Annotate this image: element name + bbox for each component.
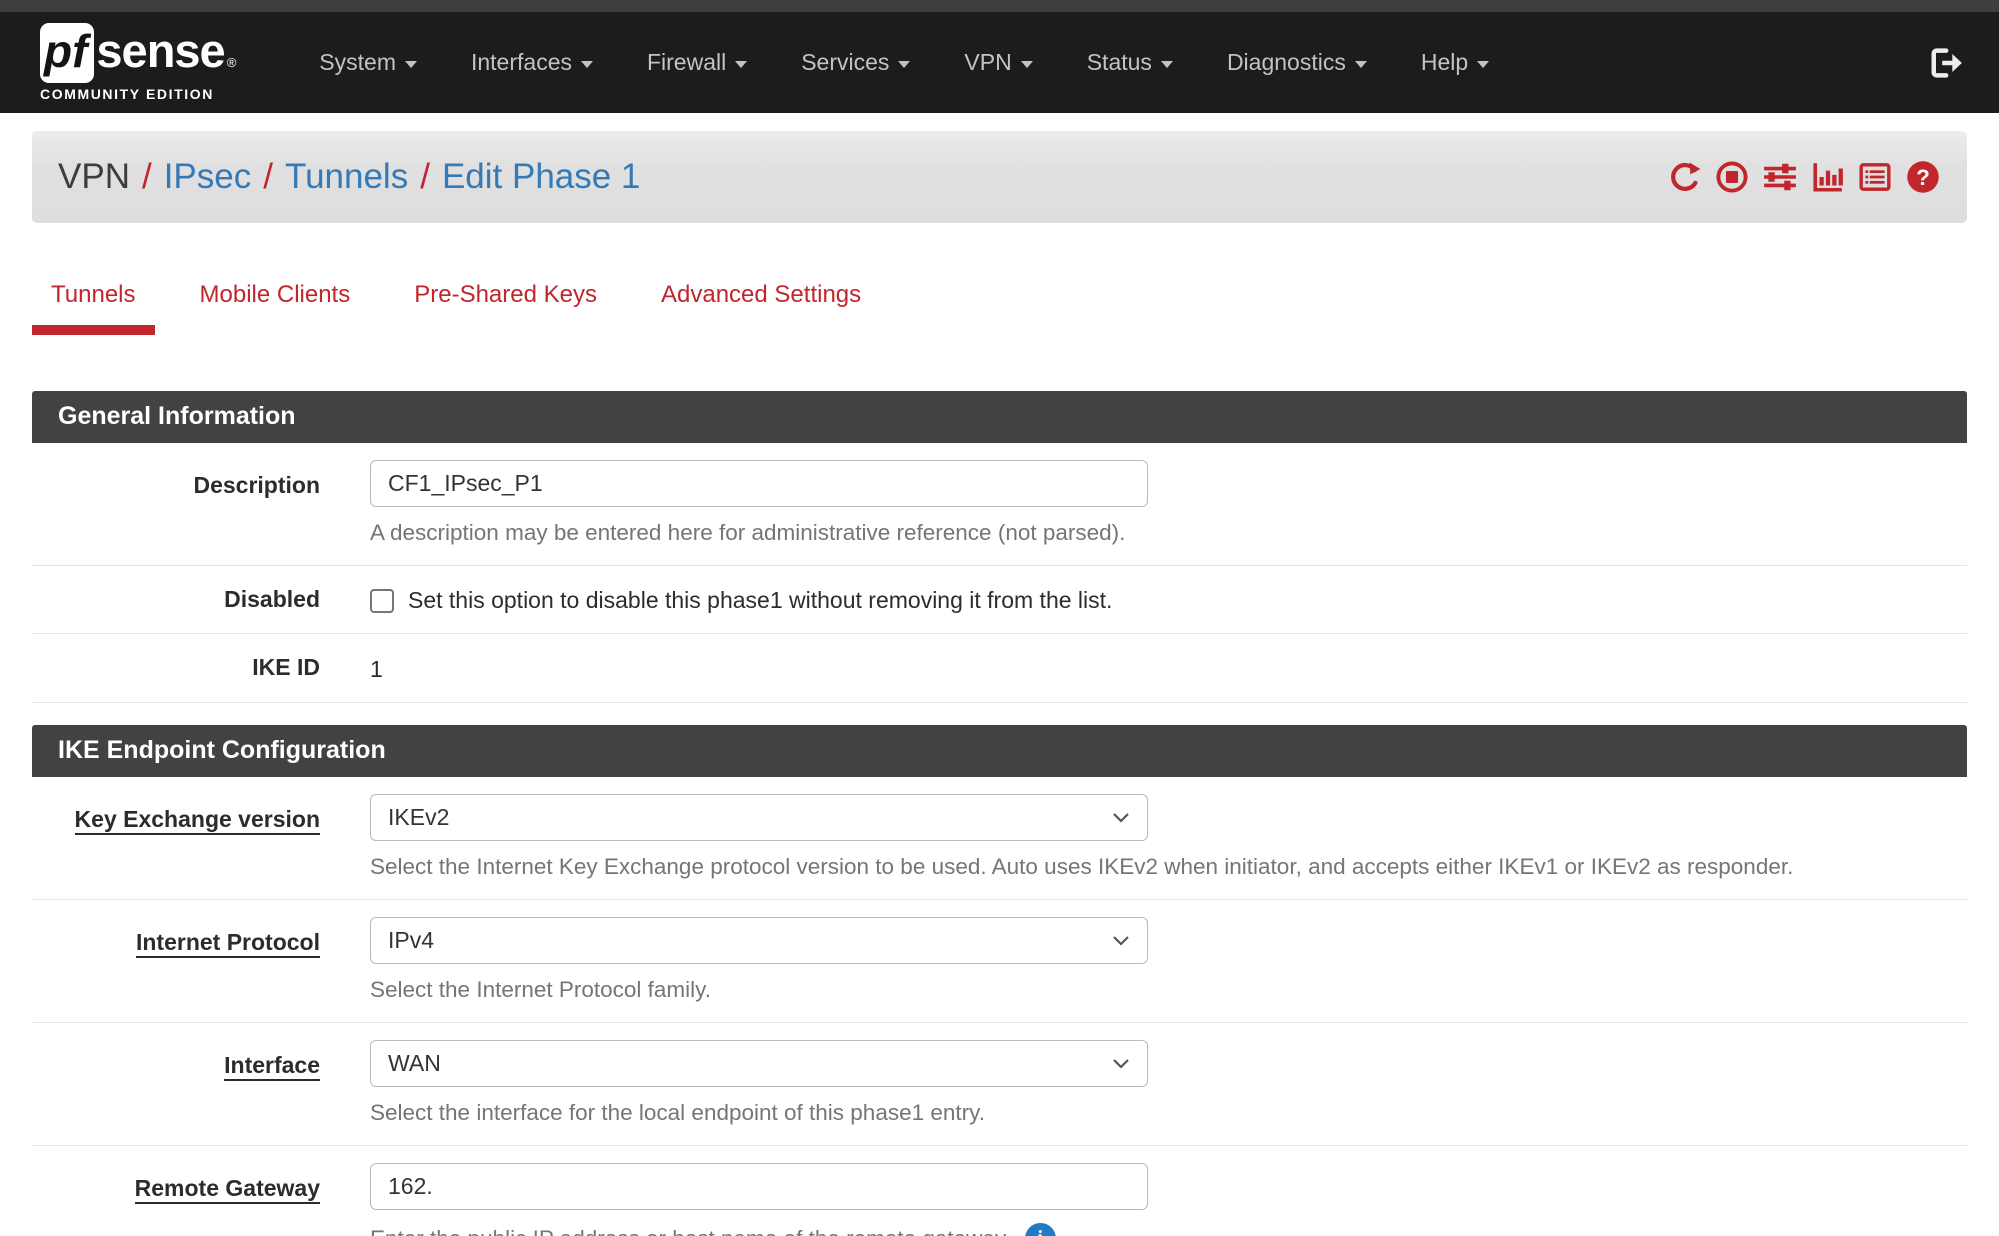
- checkbox-label: Set this option to disable this phase1 w…: [408, 587, 1112, 614]
- chevron-down-icon: [1112, 935, 1130, 946]
- nav-item-label: Services: [801, 49, 889, 76]
- section-ike-endpoint-configuration: IKE Endpoint Configuration Key Exchange …: [32, 725, 1967, 1236]
- field-label: Remote Gateway: [32, 1163, 320, 1236]
- nav-item-label: Diagnostics: [1227, 49, 1346, 76]
- nav-item-vpn[interactable]: VPN: [937, 49, 1059, 76]
- description-input[interactable]: [370, 460, 1148, 507]
- select-value: IPv4: [388, 927, 434, 954]
- sliders-icon[interactable]: [1762, 160, 1798, 194]
- field-label: Disabled: [32, 583, 320, 614]
- tab-advanced-settings[interactable]: Advanced Settings: [642, 275, 880, 335]
- svg-text:?: ?: [1916, 165, 1930, 190]
- pf-logo-box: pf: [40, 23, 94, 83]
- caret-down-icon: [1021, 61, 1033, 68]
- field-label: IKE ID: [32, 651, 320, 683]
- main-menu: System Interfaces Firewall Services VPN …: [292, 49, 1516, 76]
- refresh-icon[interactable]: [1668, 160, 1702, 194]
- caret-down-icon: [1161, 61, 1173, 68]
- top-navbar: pfsense® COMMUNITY EDITION System Interf…: [0, 0, 1999, 113]
- caret-down-icon: [581, 61, 593, 68]
- bar-chart-icon[interactable]: [1811, 160, 1845, 194]
- nav-item-status[interactable]: Status: [1060, 49, 1200, 76]
- breadcrumb-item-ipsec[interactable]: IPsec: [164, 157, 252, 197]
- tab-tunnels[interactable]: Tunnels: [32, 275, 155, 335]
- form-row-remote-gateway: Remote Gateway Enter the public IP addre…: [32, 1146, 1967, 1236]
- caret-down-icon: [898, 61, 910, 68]
- help-icon[interactable]: ?: [1905, 159, 1941, 195]
- nav-item-system[interactable]: System: [292, 49, 444, 76]
- nav-item-label: Help: [1421, 49, 1468, 76]
- tab-pre-shared-keys[interactable]: Pre-Shared Keys: [395, 275, 616, 335]
- breadcrumb-separator: /: [420, 157, 430, 197]
- field-help-text: A description may be entered here for ad…: [370, 520, 1927, 546]
- logo-sense-text: sense: [96, 23, 224, 78]
- nav-item-label: Firewall: [647, 49, 726, 76]
- key-exchange-version-select[interactable]: IKEv2: [370, 794, 1148, 841]
- nav-item-label: Interfaces: [471, 49, 572, 76]
- nav-item-label: VPN: [964, 49, 1011, 76]
- log-list-icon[interactable]: [1858, 160, 1892, 194]
- caret-down-icon: [405, 61, 417, 68]
- pfsense-logo[interactable]: pfsense® COMMUNITY EDITION: [40, 23, 236, 102]
- form-row-description: Description A description may be entered…: [32, 443, 1967, 566]
- ike-id-value: 1: [370, 651, 1927, 683]
- nav-item-firewall[interactable]: Firewall: [620, 49, 774, 76]
- registered-mark: ®: [227, 55, 237, 70]
- nav-item-help[interactable]: Help: [1394, 49, 1516, 76]
- sign-out-icon[interactable]: [1927, 45, 1963, 81]
- field-help-text: Enter the public IP address or host name…: [370, 1226, 1011, 1236]
- interface-select[interactable]: WAN: [370, 1040, 1148, 1087]
- breadcrumb: VPN / IPsec / Tunnels / Edit Phase 1: [58, 157, 640, 197]
- tab-mobile-clients[interactable]: Mobile Clients: [181, 275, 370, 335]
- breadcrumb-separator: /: [263, 157, 273, 197]
- select-value: WAN: [388, 1050, 441, 1077]
- form-row-internet-protocol: Internet Protocol IPv4 Select the Intern…: [32, 900, 1967, 1023]
- nav-item-diagnostics[interactable]: Diagnostics: [1200, 49, 1394, 76]
- field-help-text: Select the interface for the local endpo…: [370, 1100, 1927, 1126]
- select-value: IKEv2: [388, 804, 449, 831]
- nav-item-services[interactable]: Services: [774, 49, 937, 76]
- section-title: General Information: [32, 391, 1967, 443]
- field-label: Internet Protocol: [32, 917, 320, 1003]
- chevron-down-icon: [1112, 1058, 1130, 1069]
- breadcrumb-bar: VPN / IPsec / Tunnels / Edit Phase 1: [32, 131, 1967, 223]
- logo-subtitle: COMMUNITY EDITION: [40, 86, 236, 102]
- form-row-key-exchange-version: Key Exchange version IKEv2 Select the In…: [32, 777, 1967, 900]
- internet-protocol-select[interactable]: IPv4: [370, 917, 1148, 964]
- section-general-information: General Information Description A descri…: [32, 391, 1967, 703]
- subnav-tabs: Tunnels Mobile Clients Pre-Shared Keys A…: [32, 275, 1967, 335]
- breadcrumb-item-tunnels[interactable]: Tunnels: [285, 157, 408, 197]
- nav-item-label: Status: [1087, 49, 1152, 76]
- field-label: Interface: [32, 1040, 320, 1126]
- field-label: Key Exchange version: [32, 794, 320, 880]
- field-help-text: Select the Internet Protocol family.: [370, 977, 1927, 1003]
- remote-gateway-input[interactable]: [370, 1163, 1148, 1210]
- nav-item-label: System: [319, 49, 396, 76]
- breadcrumb-item-edit-phase-1[interactable]: Edit Phase 1: [442, 157, 640, 197]
- page-action-icons: ?: [1668, 159, 1941, 195]
- caret-down-icon: [735, 61, 747, 68]
- field-label: Description: [32, 460, 320, 546]
- caret-down-icon: [1355, 61, 1367, 68]
- stop-icon[interactable]: [1715, 160, 1749, 194]
- chevron-down-icon: [1112, 812, 1130, 823]
- info-icon[interactable]: i: [1025, 1223, 1056, 1236]
- field-help-text: Select the Internet Key Exchange protoco…: [370, 854, 1927, 880]
- nav-item-interfaces[interactable]: Interfaces: [444, 49, 620, 76]
- form-row-disabled: Disabled Set this option to disable this…: [32, 566, 1967, 634]
- caret-down-icon: [1477, 61, 1489, 68]
- breadcrumb-item-vpn: VPN: [58, 157, 130, 197]
- form-row-interface: Interface WAN Select the interface for t…: [32, 1023, 1967, 1146]
- section-title: IKE Endpoint Configuration: [32, 725, 1967, 777]
- breadcrumb-separator: /: [142, 157, 152, 197]
- disabled-checkbox[interactable]: [370, 589, 394, 613]
- form-row-ike-id: IKE ID 1: [32, 634, 1967, 703]
